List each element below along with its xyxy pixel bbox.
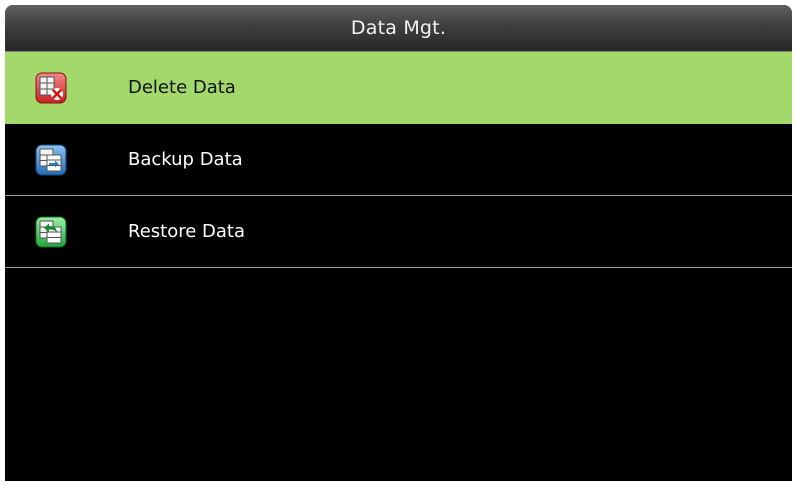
title-bar: Data Mgt.: [5, 5, 792, 52]
menu-item-delete-data[interactable]: Delete Data: [5, 52, 792, 124]
menu-item-label: Delete Data: [128, 77, 236, 98]
menu-item-backup-data[interactable]: Backup Data: [5, 124, 792, 196]
device-screen: Data Mgt. Delete Data Backup Data Restor…: [5, 5, 792, 481]
menu-item-restore-data[interactable]: Restore Data: [5, 196, 792, 268]
menu-item-label: Restore Data: [128, 221, 245, 242]
backup-data-icon: [35, 144, 67, 176]
delete-data-icon: [35, 72, 67, 104]
menu-item-label: Backup Data: [128, 149, 243, 170]
page-title: Data Mgt.: [350, 17, 447, 39]
restore-data-icon: [35, 216, 67, 248]
menu-list: Delete Data Backup Data Restore Data: [5, 52, 792, 268]
